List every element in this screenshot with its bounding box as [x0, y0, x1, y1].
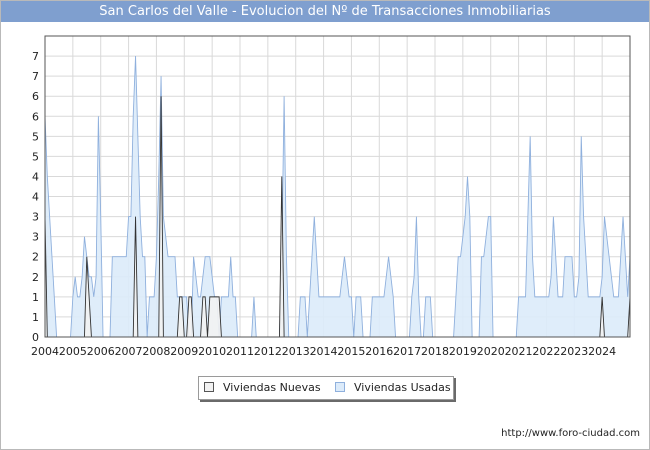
x-tick-label: 2005 [59, 345, 87, 358]
y-tick-label: 6 [32, 90, 39, 103]
x-tick-label: 2007 [115, 345, 143, 358]
legend-swatch-nuevas [204, 382, 214, 392]
x-tick-label: 2013 [282, 345, 310, 358]
x-tick-label: 2024 [588, 345, 616, 358]
x-tick-label: 2008 [142, 345, 170, 358]
source-credit: http://www.foro-ciudad.com [501, 428, 640, 439]
legend-item-usadas: Viviendas Usadas [335, 377, 451, 399]
y-tick-label: 4 [32, 191, 39, 204]
x-tick-label: 2012 [254, 345, 282, 358]
x-tick-label: 2022 [532, 345, 560, 358]
y-tick-label: 0 [32, 331, 39, 344]
y-tick-label: 5 [32, 150, 39, 163]
x-tick-label: 2004 [31, 345, 59, 358]
y-tick-label: 3 [32, 211, 39, 224]
y-tick-label: 7 [32, 50, 39, 63]
y-tick-label: 1 [32, 291, 39, 304]
y-tick-label: 4 [32, 170, 39, 183]
legend-swatch-usadas [335, 382, 345, 392]
x-tick-label: 2010 [198, 345, 226, 358]
legend-item-nuevas: Viviendas Nuevas [204, 377, 321, 399]
x-tick-label: 2017 [393, 345, 421, 358]
x-tick-label: 2019 [449, 345, 477, 358]
legend-label-usadas: Viviendas Usadas [354, 381, 451, 394]
y-tick-label: 6 [32, 110, 39, 123]
y-tick-label: 7 [32, 70, 39, 83]
y-tick-label: 2 [32, 271, 39, 284]
legend-label-nuevas: Viviendas Nuevas [223, 381, 321, 394]
x-tick-label: 2020 [477, 345, 505, 358]
x-tick-label: 2011 [226, 345, 254, 358]
y-tick-label: 1 [32, 311, 39, 324]
y-tick-label: 5 [32, 130, 39, 143]
chart-legend: Viviendas Nuevas Viviendas Usadas [198, 376, 454, 400]
x-tick-label: 2021 [505, 345, 533, 358]
x-tick-label: 2009 [170, 345, 198, 358]
x-tick-label: 2023 [560, 345, 588, 358]
x-tick-label: 2006 [87, 345, 115, 358]
x-tick-label: 2015 [337, 345, 365, 358]
x-tick-label: 2016 [365, 345, 393, 358]
x-tick-label: 2014 [310, 345, 338, 358]
y-tick-label: 3 [32, 231, 39, 244]
y-tick-label: 2 [32, 251, 39, 264]
x-tick-label: 2018 [421, 345, 449, 358]
